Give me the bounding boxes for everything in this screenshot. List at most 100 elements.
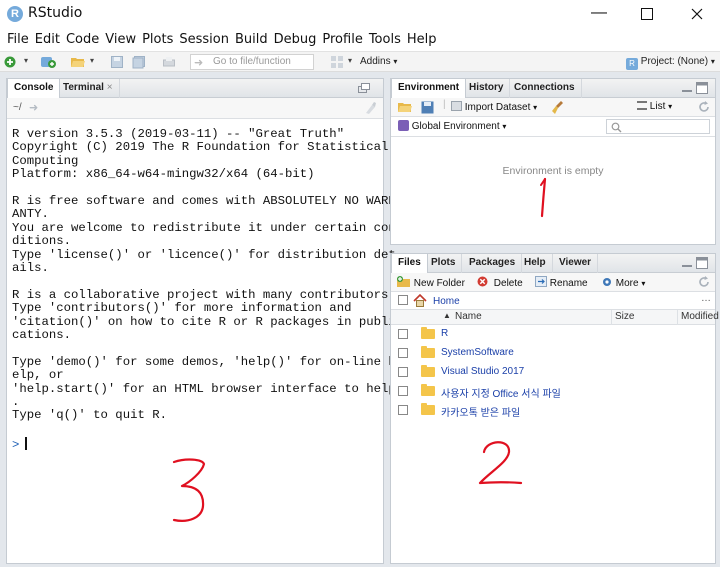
save-icon[interactable]: [110, 55, 124, 69]
minimize-pane-icon[interactable]: [681, 259, 693, 269]
save-workspace-icon[interactable]: [421, 101, 434, 114]
tab-plots[interactable]: Plots: [425, 254, 463, 273]
new-project-icon[interactable]: [40, 55, 56, 69]
environment-scope-label: Global Environment: [411, 121, 500, 132]
refresh-icon[interactable]: [697, 100, 711, 114]
menu-plots[interactable]: Plots: [140, 30, 177, 50]
addins-menu[interactable]: Addins ▾: [360, 54, 397, 70]
environment-search-input[interactable]: [606, 119, 710, 134]
minimize-pane-icon[interactable]: [681, 84, 693, 94]
home-icon[interactable]: [413, 294, 427, 307]
minimize-button[interactable]: —: [576, 0, 622, 28]
menu-edit[interactable]: Edit: [33, 30, 64, 50]
file-name[interactable]: Visual Studio 2017: [441, 366, 524, 377]
console-line: cations.: [12, 328, 72, 342]
breadcrumb-home[interactable]: Home: [433, 296, 460, 307]
column-name[interactable]: Name: [455, 311, 482, 322]
console-line: ANTY.: [12, 207, 49, 222]
grid-layout-icon[interactable]: [330, 55, 344, 69]
rename-button[interactable]: Rename: [535, 276, 588, 289]
console-line: R is free software and comes with ABSOLU…: [12, 194, 396, 208]
file-name[interactable]: SystemSoftware: [441, 347, 514, 358]
new-file-dropdown-icon[interactable]: ▾: [24, 56, 28, 65]
gear-icon: [603, 278, 611, 286]
layout-dropdown-icon[interactable]: ▾: [348, 56, 352, 65]
tab-environment[interactable]: Environment: [391, 79, 467, 99]
console-line: .: [12, 395, 20, 409]
file-name[interactable]: 사용자 지정 Office 서식 파일: [441, 385, 561, 400]
close-button[interactable]: [674, 0, 720, 28]
tab-terminal[interactable]: Terminal ×: [57, 79, 120, 98]
more-label: More: [615, 278, 639, 289]
open-file-dropdown-icon[interactable]: ▾: [90, 56, 94, 65]
menu-help[interactable]: Help: [405, 30, 441, 50]
tab-history[interactable]: History: [463, 79, 511, 98]
import-dataset-menu[interactable]: Import Dataset ▾: [451, 101, 537, 113]
load-workspace-icon[interactable]: [397, 101, 413, 114]
project-r-icon: R: [626, 58, 638, 70]
refresh-icon[interactable]: [697, 275, 711, 289]
list-view-menu[interactable]: List ▾: [637, 101, 672, 112]
rename-icon: [535, 276, 547, 287]
global-env-icon: [398, 120, 409, 131]
maximize-pane-icon[interactable]: [696, 82, 708, 94]
file-checkbox[interactable]: [398, 348, 408, 358]
rename-label: Rename: [549, 278, 588, 289]
delete-button[interactable]: Delete: [477, 276, 523, 289]
console-line: Copyright (C) 2019 The R Foundation for …: [12, 140, 389, 155]
console-line: You are welcome to redistribute it under…: [12, 220, 396, 235]
console-line: Type 'demo()' for some demos, 'help()' f…: [12, 354, 396, 369]
file-row[interactable]: 카카오톡 받은 파일: [391, 401, 715, 420]
menu-build[interactable]: Build: [233, 30, 272, 50]
clear-workspace-broom-icon[interactable]: [551, 100, 566, 115]
new-folder-button[interactable]: New Folder: [396, 276, 465, 289]
files-breadcrumb-bar: Home …: [391, 292, 715, 310]
more-menu[interactable]: More ▾: [601, 276, 645, 289]
file-name[interactable]: R: [441, 328, 448, 339]
maximize-button[interactable]: [624, 0, 670, 28]
menu-view[interactable]: View: [103, 30, 140, 50]
goto-arrow-icon: ➜: [194, 57, 204, 69]
pane-restore-icon[interactable]: [357, 83, 377, 94]
column-divider: [611, 310, 612, 325]
file-checkbox[interactable]: [398, 405, 408, 415]
column-modified[interactable]: Modified: [681, 311, 719, 322]
print-icon[interactable]: [162, 55, 176, 69]
folder-icon: [421, 384, 435, 396]
file-checkbox[interactable]: [398, 367, 408, 377]
clear-console-icon[interactable]: [363, 101, 377, 115]
tab-connections[interactable]: Connections: [508, 79, 582, 98]
file-checkbox[interactable]: [398, 386, 408, 396]
close-terminal-icon[interactable]: ×: [107, 82, 113, 93]
menu-debug[interactable]: Debug: [272, 30, 321, 50]
file-row[interactable]: Visual Studio 2017: [391, 363, 715, 382]
menu-session[interactable]: Session: [177, 30, 233, 50]
file-name[interactable]: 카카오톡 받은 파일: [441, 404, 520, 419]
goto-dir-icon[interactable]: ➜: [29, 101, 38, 114]
menu-profile[interactable]: Profile: [320, 30, 366, 50]
save-all-icon[interactable]: [132, 55, 146, 69]
menu-code[interactable]: Code: [64, 30, 103, 50]
maximize-pane-icon[interactable]: [696, 257, 708, 269]
file-checkbox[interactable]: [398, 329, 408, 339]
open-file-icon[interactable]: [70, 55, 86, 69]
tab-help[interactable]: Help: [518, 254, 553, 273]
file-row[interactable]: 사용자 지정 Office 서식 파일: [391, 382, 715, 401]
menu-file[interactable]: File: [5, 30, 33, 50]
menu-tools[interactable]: Tools: [367, 30, 405, 50]
goto-file-input[interactable]: Go to file/function: [190, 54, 314, 70]
project-menu[interactable]: R Project: (None) ▾: [626, 54, 715, 70]
select-all-checkbox[interactable]: [398, 295, 408, 305]
console-input-line[interactable]: >: [12, 436, 28, 452]
folder-icon: [421, 327, 435, 339]
tab-viewer[interactable]: Viewer: [553, 254, 599, 273]
more-path-button[interactable]: …: [701, 293, 711, 304]
column-size[interactable]: Size: [615, 311, 634, 322]
environment-scope-menu[interactable]: Global Environment ▾: [398, 120, 506, 132]
tab-console[interactable]: Console: [7, 79, 61, 99]
tab-files[interactable]: Files: [391, 254, 428, 274]
new-file-icon[interactable]: [3, 55, 17, 69]
tab-packages[interactable]: Packages: [463, 254, 523, 273]
file-row[interactable]: SystemSoftware: [391, 344, 715, 363]
file-row[interactable]: R: [391, 325, 715, 344]
